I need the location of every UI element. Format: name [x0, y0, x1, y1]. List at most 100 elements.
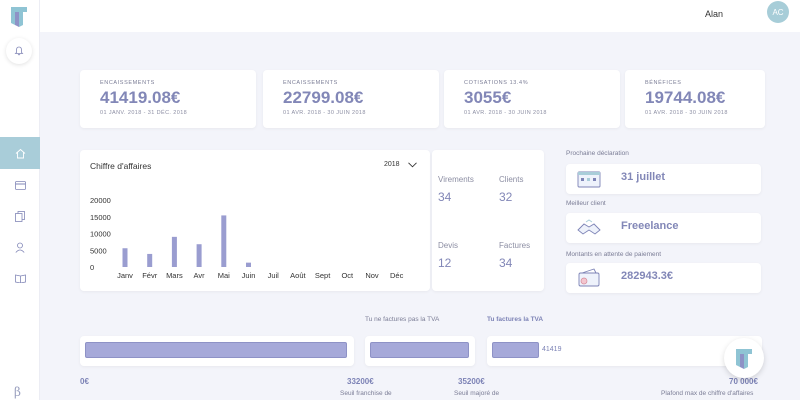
top-bar [40, 0, 800, 32]
kpi-date: 01 JANV. 2018 - 31 DÉC. 2018 [100, 110, 188, 116]
x-tick-label: Févr [142, 271, 158, 280]
kpi-label: ENCAISSEMENTS [100, 80, 155, 86]
kpi-date: 01 AVR. 2018 - 30 JUIN 2018 [645, 110, 728, 116]
plafond-label: Plafond max de chiffre d'affaires [661, 390, 754, 397]
nav-home[interactable] [0, 137, 40, 169]
help-button[interactable] [724, 338, 764, 378]
kpi-value: 3055€ [464, 88, 512, 107]
x-tick-label: Juil [268, 271, 280, 280]
year-select[interactable]: 2018 [384, 161, 417, 168]
best-client-card[interactable]: Freeelance [566, 213, 761, 243]
no-tva-label: Tu ne factures pas la TVA [365, 316, 440, 323]
best-client-label: Meilleur client [566, 200, 606, 207]
stat-value: 32 [499, 190, 513, 204]
next-declaration-card[interactable]: 31 juillet [566, 164, 761, 194]
y-tick-label: 10000 [90, 230, 111, 239]
stat-value: 34 [499, 256, 513, 270]
franchise-threshold-value: 33200€ [347, 377, 374, 386]
kpi-date: 01 AVR. 2018 - 30 JUIN 2018 [464, 110, 547, 116]
year-value: 2018 [384, 161, 400, 168]
kpi-label: COTISATIONS 13.4% [464, 80, 529, 86]
nav-payments[interactable] [0, 169, 40, 201]
card-icon [14, 180, 26, 190]
chart-bar-0[interactable] [122, 248, 128, 267]
beta-badge: β [14, 385, 21, 399]
stat-value: 12 [438, 256, 452, 270]
stat-label: Clients [499, 175, 524, 184]
x-tick-label: Mai [218, 271, 230, 280]
pending-payments-value: 282943.3€ [621, 270, 673, 282]
majore-bar-fill [370, 342, 469, 358]
avatar[interactable]: AC [767, 1, 789, 23]
pending-payments-label: Montants en attente de paiement [566, 251, 662, 258]
calendar-icon [577, 171, 601, 188]
stat-clients[interactable]: Clients 32 [499, 175, 523, 204]
chart-bar-1[interactable] [147, 253, 153, 267]
kpi-date: 01 AVR. 2018 - 30 JUIN 2018 [283, 110, 366, 116]
chart-bar-3[interactable] [196, 244, 202, 267]
stat-devis[interactable]: Devis 12 [438, 241, 458, 270]
nav-clients[interactable] [0, 231, 40, 263]
scale-start: 0€ [80, 377, 89, 386]
majore-threshold-value: 35200€ [458, 377, 485, 386]
stat-label: Virements [438, 175, 474, 184]
chevron-down-icon [407, 161, 417, 167]
next-declaration-label: Prochaine déclaration [566, 150, 629, 157]
y-tick-label: 0 [90, 263, 94, 272]
pending-payments-card[interactable]: 282943.3€ [566, 263, 761, 293]
next-declaration-value: 31 juillet [621, 171, 666, 183]
stat-value: 34 [438, 190, 452, 204]
revenue-chart-panel: 20000 15000 10000 5000 0 Janv Févr Mars Avr Mai Ju… [80, 150, 430, 291]
x-tick-label: Nov [365, 271, 379, 280]
x-tick-label: Oct [341, 271, 354, 280]
kpi-value: 41419.08€ [100, 88, 181, 107]
kpi-label: ENCAISSEMENTS [283, 80, 338, 86]
revenue-chart: 20000 15000 10000 5000 0 Janv Févr Mars Avr Mai Ju… [90, 196, 404, 280]
kpi-card-contributions: COTISATIONS 13.4% 3055€ 01 AVR. 2018 - 3… [444, 70, 620, 128]
x-tick-label: Déc [390, 271, 404, 280]
majore-threshold-label: Seuil majoré de [454, 390, 500, 397]
y-tick-label: 5000 [90, 246, 107, 255]
handshake-icon [577, 219, 601, 235]
bell-icon [14, 46, 24, 56]
franchise-threshold-label: Seuil franchise de [340, 390, 392, 397]
app-logo[interactable] [9, 5, 29, 27]
x-tick-label: Juin [242, 271, 256, 280]
tva-label: Tu factures la TVA [487, 316, 544, 323]
kpi-card-annual-receipts: ENCAISSEMENTS 41419.08€ 01 JANV. 2018 - … [80, 70, 256, 128]
current-revenue-value: 41419 [542, 346, 562, 353]
user-icon [15, 242, 25, 253]
chart-bar-2[interactable] [171, 236, 177, 267]
stat-factures[interactable]: Factures 34 [499, 241, 530, 270]
stat-label: Devis [438, 241, 459, 250]
stats-panel: Virements 34 Clients 32 Devis 12 Facture… [432, 150, 544, 291]
home-icon [15, 148, 25, 158]
wallet-icon [578, 268, 600, 287]
x-tick-label: Janv [117, 271, 133, 280]
kpi-card-quarter-receipts: ENCAISSEMENTS 22799.08€ 01 AVR. 2018 - 3… [263, 70, 439, 128]
kpi-value: 22799.08€ [283, 88, 364, 107]
sidebar: β [0, 0, 40, 400]
nav-documents[interactable] [0, 200, 40, 232]
y-tick-label: 20000 [90, 196, 111, 205]
x-tick-label: Août [290, 271, 306, 280]
chart-bar-4[interactable] [221, 215, 227, 267]
franchise-bar-fill [85, 342, 347, 358]
notifications-button[interactable] [6, 38, 32, 64]
nav-guide[interactable] [0, 262, 40, 294]
app-logo-icon [736, 349, 752, 369]
kpi-card-profits: BÉNÉFICES 19744.08€ 01 AVR. 2018 - 30 JU… [625, 70, 765, 128]
stat-virements[interactable]: Virements 34 [438, 175, 474, 204]
chart-title: Chiffre d'affaires [90, 161, 152, 171]
chart-bar-5[interactable] [246, 262, 251, 267]
kpi-value: 19744.08€ [645, 88, 726, 107]
tva-bar-fill [492, 342, 539, 358]
kpi-label: BÉNÉFICES [645, 80, 682, 86]
documents-icon [15, 210, 25, 222]
y-tick-label: 15000 [90, 213, 111, 222]
plafond-value: 70 000€ [729, 377, 758, 386]
best-client-value: Freeelance [621, 220, 679, 232]
x-tick-label: Avr [194, 271, 206, 280]
username: Alan [705, 9, 724, 19]
x-tick-label: Sept [315, 271, 331, 280]
